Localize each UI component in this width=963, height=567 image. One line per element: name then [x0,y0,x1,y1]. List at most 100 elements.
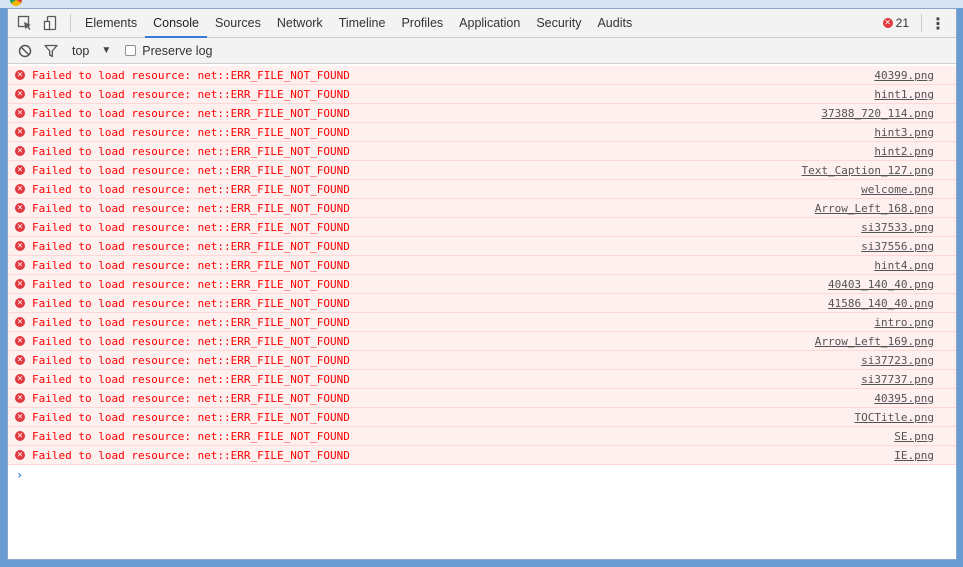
context-selector[interactable]: top [72,44,89,58]
window-bottom-edge [0,560,963,567]
console-message: ✕ Failed to load resource: net::ERR_FILE_… [8,351,956,370]
message-text: Failed to load resource: net::ERR_FILE_N… [32,87,350,101]
error-icon: ✕ [15,127,25,137]
message-source-link[interactable]: 40403_140_40.png [828,278,934,291]
console-message: ✕ Failed to load resource: net::ERR_FILE_… [8,446,956,465]
console-message: ✕ Failed to load resource: net::ERR_FILE_… [8,313,956,332]
error-icon: ✕ [15,355,25,365]
message-source-link[interactable]: si37533.png [861,221,934,234]
error-icon: ✕ [15,70,25,80]
error-icon: ✕ [15,203,25,213]
message-text: Failed to load resource: net::ERR_FILE_N… [32,372,350,386]
console-message: ✕ Failed to load resource: net::ERR_FILE_… [8,256,956,275]
message-source-link[interactable]: hint4.png [874,259,934,272]
console-message: ✕ Failed to load resource: net::ERR_FILE_… [8,332,956,351]
dropdown-caret-icon[interactable]: ▼ [101,45,111,56]
message-text: Failed to load resource: net::ERR_FILE_N… [32,239,350,253]
device-toolbar-icon[interactable] [38,9,64,37]
console-message: ✕ Failed to load resource: net::ERR_FILE_… [8,218,956,237]
message-text: Failed to load resource: net::ERR_FILE_N… [32,68,350,82]
console-toolbar: top ▼ Preserve log [8,38,956,64]
message-source-link[interactable]: si37556.png [861,240,934,253]
devtools-panel: Elements Console Sources Network Timelin… [7,8,957,560]
error-icon: ✕ [15,374,25,384]
more-menu-icon[interactable]: ⋮ [928,9,948,37]
tab-elements[interactable]: Elements [77,9,145,37]
chrome-icon [10,0,22,6]
console-message: ✕ Failed to load resource: net::ERR_FILE_… [8,370,956,389]
error-icon: ✕ [15,260,25,270]
message-source-link[interactable]: hint2.png [874,145,934,158]
message-source-link[interactable]: hint3.png [874,126,934,139]
error-icon: ✕ [15,146,25,156]
message-source-link[interactable]: Arrow_Left_169.png [815,335,934,348]
tab-sources[interactable]: Sources [207,9,269,37]
tab-application[interactable]: Application [451,9,528,37]
error-icon: ✕ [15,317,25,327]
preserve-log-checkbox[interactable] [125,45,137,56]
console-message: ✕ Failed to load resource: net::ERR_FILE_… [8,408,956,427]
message-source-link[interactable]: Arrow_Left_168.png [815,202,934,215]
tab-audits[interactable]: Audits [589,9,640,37]
message-text: Failed to load resource: net::ERR_FILE_N… [32,144,350,158]
error-count: 21 [895,16,909,30]
error-icon: ✕ [15,336,25,346]
console-message: ✕ Failed to load resource: net::ERR_FILE_… [8,161,956,180]
error-count-badge[interactable]: ✕ 21 [877,16,915,30]
message-source-link[interactable]: SE.png [894,430,934,443]
message-source-link[interactable]: intro.png [874,316,934,329]
tab-console[interactable]: Console [145,9,207,38]
message-source-link[interactable]: Text_Caption_127.png [802,164,934,177]
message-source-link[interactable]: 40399.png [874,69,934,82]
console-messages: ✕Failed to load resource: net::ERR_FILE_… [8,66,956,485]
error-icon: ✕ [15,298,25,308]
error-icon: ✕ [15,431,25,441]
console-message: ✕ Failed to load resource: net::ERR_FILE_… [8,294,956,313]
toolbar-separator [921,14,922,32]
console-message: ✕ Failed to load resource: net::ERR_FILE_… [8,85,956,104]
message-text: Failed to load resource: net::ERR_FILE_N… [32,220,350,234]
clear-console-icon[interactable] [14,40,36,62]
message-source-link[interactable]: 37388_720_114.png [821,107,934,120]
message-text: Failed to load resource: net::ERR_FILE_N… [32,448,350,462]
message-source-link[interactable]: 40395.png [874,392,934,405]
message-source-link[interactable]: si37723.png [861,354,934,367]
console-message: ✕ Failed to load resource: net::ERR_FILE_… [8,123,956,142]
message-text: Failed to load resource: net::ERR_FILE_N… [32,410,350,424]
message-source-link[interactable]: IE.png [894,449,934,462]
error-icon: ✕ [15,412,25,422]
tab-timeline[interactable]: Timeline [331,9,394,37]
error-icon: ✕ [15,450,25,460]
message-text: Failed to load resource: net::ERR_FILE_N… [32,277,350,291]
filter-icon[interactable] [40,40,62,62]
preserve-log-label[interactable]: Preserve log [142,44,212,58]
console-message: ✕ Failed to load resource: net::ERR_FILE_… [8,199,956,218]
message-text: Failed to load resource: net::ERR_FILE_N… [32,182,350,196]
message-text: Failed to load resource: net::ERR_FILE_N… [32,201,350,215]
message-text: Failed to load resource: net::ERR_FILE_N… [32,334,350,348]
toolbar-separator [70,14,71,32]
message-text: Failed to load resource: net::ERR_FILE_N… [32,353,350,367]
tab-profiles[interactable]: Profiles [393,9,451,37]
message-source-link[interactable]: welcome.png [861,183,934,196]
message-text: Failed to load resource: net::ERR_FILE_N… [32,125,350,139]
error-icon: ✕ [15,184,25,194]
console-prompt[interactable]: › [8,465,956,485]
tab-network[interactable]: Network [269,9,331,37]
message-source-link[interactable]: si37737.png [861,373,934,386]
message-text: Failed to load resource: net::ERR_FILE_N… [32,296,350,310]
message-source-link[interactable]: 41586_140_40.png [828,297,934,310]
devtools-tab-bar: Elements Console Sources Network Timelin… [8,9,956,38]
console-message: ✕ Failed to load resource: net::ERR_FILE_… [8,66,956,85]
window-title-strip [0,0,963,8]
message-text: Failed to load resource: net::ERR_FILE_N… [32,315,350,329]
prompt-chevron-icon: › [16,468,24,482]
message-source-link[interactable]: TOCTitle.png [855,411,934,424]
inspect-element-icon[interactable] [12,9,38,37]
message-source-link[interactable]: hint1.png [874,88,934,101]
message-text: Failed to load resource: net::ERR_FILE_N… [32,163,350,177]
message-text: Failed to load resource: net::ERR_FILE_N… [32,106,350,120]
tab-security[interactable]: Security [528,9,589,37]
error-icon: ✕ [15,279,25,289]
error-icon: ✕ [882,18,893,28]
